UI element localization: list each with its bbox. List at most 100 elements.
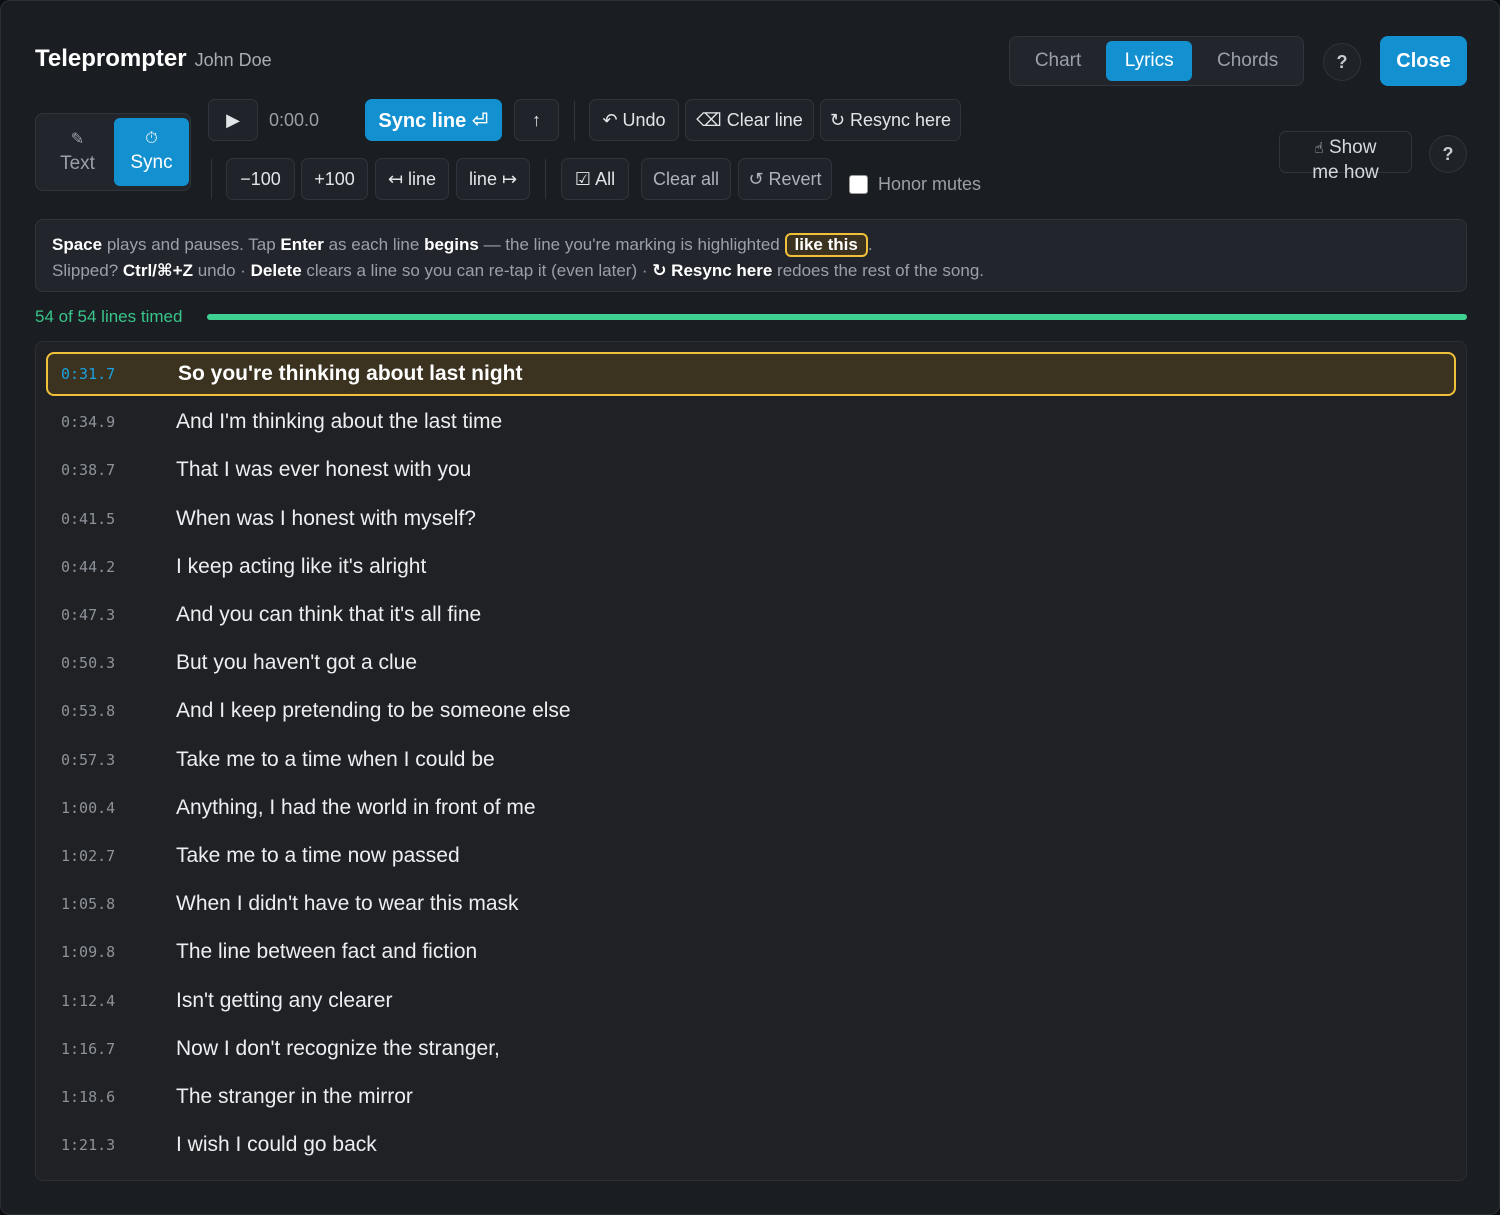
artist-name: John Doe — [194, 50, 272, 70]
resync-here-button[interactable]: ↻ Resync here — [820, 99, 961, 141]
line-timestamp[interactable]: 0:41.5 — [46, 510, 176, 528]
line-timestamp[interactable]: 1:09.8 — [46, 943, 176, 961]
line-timestamp[interactable]: 1:16.7 — [46, 1040, 176, 1058]
progress-bar — [207, 314, 1467, 320]
hand-icon: ☝ — [1314, 140, 1324, 157]
line-timestamp[interactable]: 1:02.7 — [46, 847, 176, 865]
lyric-row[interactable]: 0:47.3 And you can think that it's all fi… — [46, 593, 1456, 637]
view-tabs: Chart Lyrics Chords — [1009, 36, 1304, 86]
progress-label: 54 of 54 lines timed — [35, 307, 183, 326]
sync-line-button[interactable]: Sync line ⏎ — [365, 99, 502, 141]
lyric-row[interactable]: 0:53.8 And I keep pretending to be someon… — [46, 689, 1456, 733]
hint-text: . — [867, 235, 873, 254]
tab-lyrics[interactable]: Lyrics — [1106, 41, 1193, 81]
lyric-row[interactable]: 1:12.4 Isn't getting any clearer — [46, 979, 1456, 1023]
highlight-example: like this — [784, 233, 868, 257]
play-button[interactable]: ▶ — [208, 99, 258, 141]
instructions-line-1: Space plays and pauses. Tap Enter as eac… — [52, 232, 1450, 258]
shift-right-line-button[interactable]: line ↦ — [456, 158, 530, 200]
instructions-line-2: Slipped? Ctrl/⌘+Z undo · Delete clears a… — [52, 258, 1450, 284]
divider — [545, 159, 546, 199]
lyric-row[interactable]: 0:44.2 I keep acting like it's alright — [46, 545, 1456, 589]
line-text: I keep acting like it's alright — [176, 555, 427, 578]
divider — [211, 159, 212, 199]
show-me-how-button[interactable]: ☝ Show me how — [1279, 131, 1412, 183]
kbd-undo: Ctrl/⌘+Z — [122, 261, 193, 280]
line-timestamp[interactable]: 0:34.9 — [46, 413, 176, 431]
pencil-icon: ✎ — [70, 131, 85, 148]
clear-all-button[interactable]: Clear all — [641, 158, 731, 200]
line-text: The stranger in the mirror — [176, 1085, 413, 1108]
plus-100-button[interactable]: +100 — [301, 158, 368, 200]
line-text: When I didn't have to wear this mask — [176, 892, 519, 915]
hint-emphasis: begins — [424, 235, 479, 254]
mode-toggle: ✎ Text ⏱ Sync — [35, 113, 191, 191]
previous-line-button[interactable]: ↑ — [514, 99, 559, 141]
clear-line-button[interactable]: ⌫ Clear line — [685, 99, 814, 141]
lyric-row[interactable]: 1:16.7 Now I don't recognize the stranger… — [46, 1027, 1456, 1071]
revert-button[interactable]: ↺ Revert — [738, 158, 832, 200]
mode-text-button[interactable]: ✎ Text — [40, 118, 115, 186]
hint-text: Slipped? — [52, 261, 123, 280]
tab-chart[interactable]: Chart — [1014, 41, 1102, 81]
lyric-row[interactable]: 0:38.7 That I was ever honest with you — [46, 448, 1456, 492]
lyric-row[interactable]: 0:31.7 So you're thinking about last nigh… — [46, 352, 1456, 396]
honor-mutes-label: Honor mutes — [878, 174, 982, 194]
lyric-row[interactable]: 1:18.6 The stranger in the mirror — [46, 1075, 1456, 1119]
line-timestamp[interactable]: 1:12.4 — [46, 992, 176, 1010]
lyric-row[interactable]: 0:57.3 Take me to a time when I could be — [46, 738, 1456, 782]
help-icon-secondary[interactable]: ? — [1429, 135, 1467, 173]
line-timestamp[interactable]: 1:00.4 — [46, 799, 176, 817]
show-me-line2: me how — [1312, 162, 1379, 183]
line-timestamp[interactable]: 0:53.8 — [46, 702, 176, 720]
lyric-row[interactable]: 1:00.4 Anything, I had the world in front… — [46, 786, 1456, 830]
progress-fill — [207, 314, 1467, 320]
hint-text: as each line — [323, 235, 425, 254]
lyric-row[interactable]: 0:34.9 And I'm thinking about the last ti… — [46, 400, 1456, 444]
lyrics-list[interactable]: 0:31.7 So you're thinking about last nigh… — [35, 341, 1467, 1181]
shift-left-line-button[interactable]: ↤ line — [375, 158, 449, 200]
lyric-row[interactable]: 1:09.8 The line between fact and fiction — [46, 930, 1456, 974]
line-text: The line between fact and fiction — [176, 940, 478, 963]
help-icon[interactable]: ? — [1323, 43, 1361, 81]
play-icon: ▶ — [226, 109, 240, 130]
line-text: When was I honest with myself? — [176, 507, 476, 530]
lyric-row[interactable]: 1:21.3 I wish I could go back — [46, 1123, 1456, 1167]
line-timestamp[interactable]: 0:57.3 — [46, 751, 176, 769]
line-timestamp[interactable]: 1:21.3 — [46, 1136, 176, 1154]
line-timestamp[interactable]: 1:18.6 — [46, 1088, 176, 1106]
hint-text: plays and pauses. Tap — [102, 235, 281, 254]
lyric-row[interactable]: 1:02.7 Take me to a time now passed — [46, 834, 1456, 878]
minus-100-button[interactable]: −100 — [226, 158, 295, 200]
hint-text: undo · — [192, 261, 251, 280]
honor-mutes-toggle[interactable]: Honor mutes — [849, 174, 981, 195]
lyric-row[interactable]: 0:50.3 But you haven't got a clue — [46, 641, 1456, 685]
show-me-line1: Show — [1328, 137, 1377, 158]
line-text: Take me to a time now passed — [176, 844, 460, 867]
line-timestamp[interactable]: 1:05.8 — [46, 895, 176, 913]
page-title: Teleprompter — [35, 45, 187, 72]
hint-text: — the line you're marking is highlighted — [478, 235, 785, 254]
teleprompter-modal: Teleprompter John Doe Chart Lyrics Chord… — [0, 0, 1500, 1215]
mode-sync-button[interactable]: ⏱ Sync — [114, 118, 189, 186]
line-text: And you can think that it's all fine — [176, 603, 482, 626]
honor-mutes-checkbox[interactable] — [849, 175, 868, 194]
undo-button[interactable]: ↶ Undo — [589, 99, 679, 141]
instructions-box: Space plays and pauses. Tap Enter as eac… — [35, 219, 1467, 292]
line-text: And I'm thinking about the last time — [176, 410, 503, 433]
line-text: Take me to a time when I could be — [176, 748, 495, 771]
line-timestamp[interactable]: 0:47.3 — [46, 606, 176, 624]
kbd-enter: Enter — [280, 235, 324, 254]
hint-text: clears a line so you can re-tap it (even… — [301, 261, 653, 280]
line-timestamp[interactable]: 0:44.2 — [46, 558, 176, 576]
close-button[interactable]: Close — [1380, 36, 1467, 86]
select-all-button[interactable]: ☑ All — [561, 158, 629, 200]
line-timestamp[interactable]: 0:38.7 — [46, 461, 176, 479]
line-timestamp[interactable]: 0:50.3 — [46, 654, 176, 672]
kbd-delete: Delete — [250, 261, 302, 280]
line-timestamp[interactable]: 0:31.7 — [48, 365, 178, 383]
tab-chords[interactable]: Chords — [1196, 41, 1299, 81]
lyric-row[interactable]: 0:41.5 When was I honest with myself? — [46, 497, 1456, 541]
lyric-row[interactable]: 1:05.8 When I didn't have to wear this ma… — [46, 882, 1456, 926]
playback-time: 0:00.0 — [269, 110, 320, 130]
